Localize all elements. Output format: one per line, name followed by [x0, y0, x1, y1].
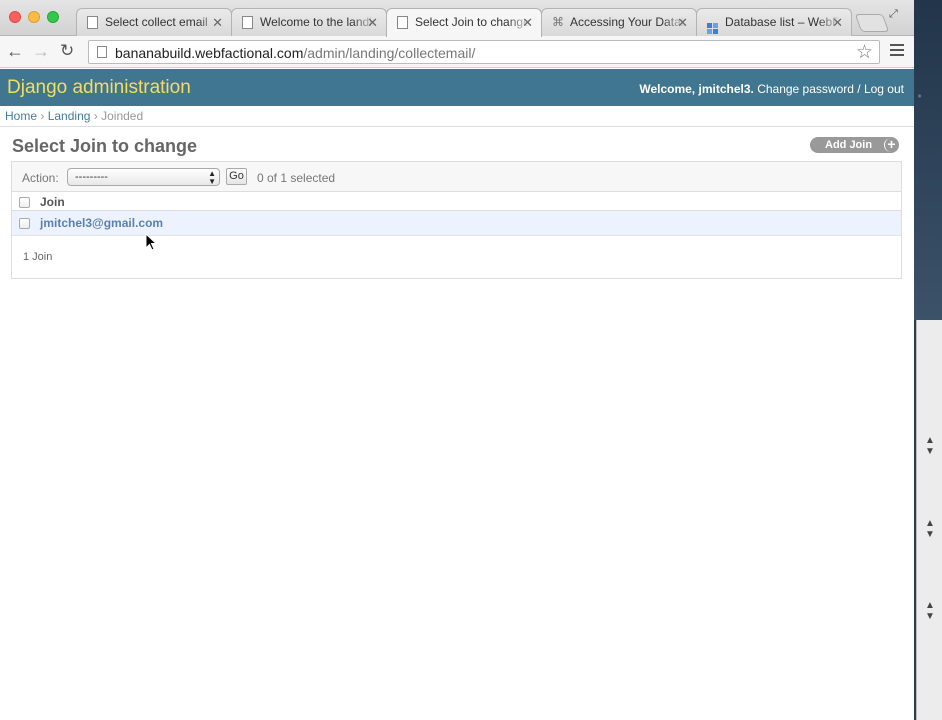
- breadcrumb-app[interactable]: Landing: [48, 109, 91, 123]
- window-minimize-button[interactable]: [28, 11, 40, 23]
- select-all-checkbox[interactable]: [19, 197, 30, 208]
- paginator: 1 Join: [23, 251, 53, 263]
- column-header-join[interactable]: Join: [40, 195, 65, 209]
- reload-icon[interactable]: ↻: [60, 40, 74, 62]
- new-tab-button[interactable]: [854, 14, 890, 32]
- window-maximize-button[interactable]: [47, 11, 59, 23]
- dropdown-arrows-icon: ▲ ▼: [925, 435, 935, 457]
- browser-toolbar: ← → ↻ bananabuild.webfactional.com/admin…: [0, 36, 914, 68]
- logout-link[interactable]: Log out: [864, 82, 904, 96]
- close-icon[interactable]: ✕: [367, 9, 378, 36]
- action-select-value: ---------: [75, 171, 108, 183]
- close-icon[interactable]: ✕: [212, 9, 223, 36]
- fullscreen-icon[interactable]: ⤢: [889, 8, 898, 21]
- select-arrows-icon: ▲ ▼: [208, 169, 216, 186]
- dropdown-arrows-icon: ▲ ▼: [925, 518, 935, 540]
- tab-title: Database list – WebFaction: [725, 15, 841, 29]
- breadcrumb-home[interactable]: Home: [5, 109, 37, 123]
- change-password-link[interactable]: Change password: [757, 82, 854, 96]
- actions-bar: Action: --------- ▲ ▼ Go 0 of 1 selected: [12, 162, 901, 192]
- url-text[interactable]: bananabuild.webfactional.com/admin/landi…: [115, 45, 475, 61]
- action-select[interactable]: --------- ▲ ▼: [67, 168, 220, 186]
- breadcrumb: Home › Landing › Joinded: [0, 106, 914, 127]
- browser-tab-active[interactable]: Select Join to change ✕: [386, 8, 542, 37]
- dropdown-arrows-icon: ▲ ▼: [925, 600, 935, 622]
- desktop-wallpaper: [914, 0, 942, 320]
- browser-tab[interactable]: Welcome to the landing ✕: [231, 8, 387, 36]
- menu-icon[interactable]: [890, 44, 904, 59]
- tab-title: Select collect email: [105, 15, 208, 29]
- action-label: Action:: [22, 171, 59, 185]
- page-title: Select Join to change: [12, 136, 198, 156]
- add-join-button[interactable]: Add Join +: [810, 137, 899, 153]
- page-icon: [97, 46, 107, 58]
- browser-tab[interactable]: Select collect email ✕: [76, 8, 232, 36]
- page-icon: [397, 16, 408, 29]
- browser-window: Select collect email ✕ Welcome to the la…: [0, 0, 914, 720]
- row-checkbox[interactable]: [19, 218, 30, 229]
- welcome-text: Welcome,: [639, 82, 696, 96]
- selection-counter: 0 of 1 selected: [257, 171, 336, 185]
- tab-strip: Select collect email ✕ Welcome to the la…: [0, 0, 914, 37]
- link-icon: ⌘: [552, 15, 564, 29]
- admin-header: Django administration Welcome, jmitchel3…: [0, 69, 914, 106]
- browser-tab[interactable]: ⌘ Accessing Your Database ✕: [541, 8, 697, 36]
- changelist: Action: --------- ▲ ▼ Go 0 of 1 selected …: [11, 161, 902, 279]
- background-desktop: ▲ ▼ ▲ ▼ ▲ ▼: [914, 0, 942, 720]
- tab-title: Accessing Your Database: [570, 15, 686, 29]
- grid-icon: [707, 17, 718, 34]
- table-header: Join: [12, 192, 901, 211]
- plus-icon: +: [884, 137, 898, 152]
- tab-title: Select Join to change: [415, 15, 530, 29]
- page-icon: [87, 16, 98, 29]
- close-icon[interactable]: ✕: [832, 9, 843, 36]
- url-path: /admin/landing/collectemail/: [303, 45, 476, 61]
- separator: /: [857, 82, 861, 96]
- row-link[interactable]: jmitchel3@gmail.com: [40, 216, 163, 230]
- breadcrumb-current: Joinded: [101, 109, 144, 123]
- username: jmitchel3: [698, 82, 751, 96]
- page-icon: [242, 16, 253, 29]
- background-window: ▲ ▼ ▲ ▼ ▲ ▼: [916, 320, 942, 720]
- browser-tab[interactable]: Database list – WebFaction ✕: [696, 8, 852, 36]
- breadcrumb-separator: ›: [93, 109, 98, 123]
- back-arrow-icon[interactable]: ←: [6, 40, 24, 62]
- go-button[interactable]: Go: [226, 168, 247, 185]
- breadcrumb-separator: ›: [40, 109, 45, 123]
- tab-title: Welcome to the landing: [260, 15, 376, 29]
- address-bar[interactable]: bananabuild.webfactional.com/admin/landi…: [88, 40, 880, 64]
- user-tools: Welcome, jmitchel3. Change password / Lo…: [639, 82, 904, 96]
- forward-arrow-icon[interactable]: →: [32, 40, 50, 62]
- bookmark-star-icon[interactable]: ☆: [856, 41, 873, 64]
- site-branding[interactable]: Django administration: [7, 77, 191, 99]
- add-join-label: Add Join: [825, 139, 873, 151]
- close-icon[interactable]: ✕: [522, 9, 533, 36]
- window-close-button[interactable]: [9, 11, 21, 23]
- close-icon[interactable]: ✕: [677, 9, 688, 36]
- mouse-cursor-icon: [145, 233, 157, 251]
- url-host: bananabuild.webfactional.com: [115, 45, 304, 61]
